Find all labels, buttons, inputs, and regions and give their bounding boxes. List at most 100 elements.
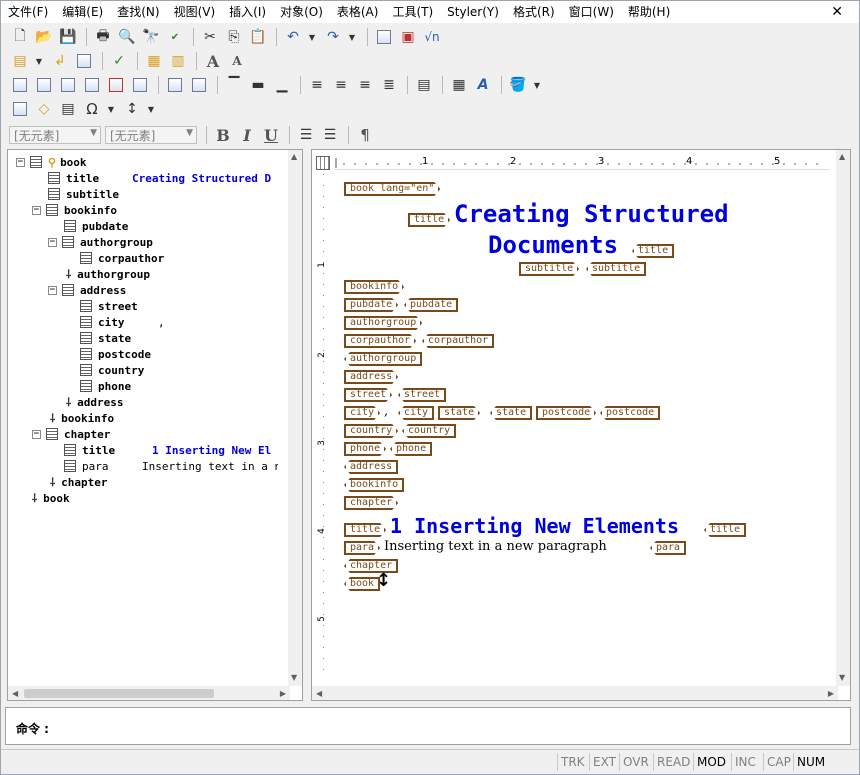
document-content[interactable]: book lang="en" title Creating Structured… bbox=[312, 150, 838, 686]
scroll-down-icon[interactable]: ▼ bbox=[291, 673, 297, 682]
table-merge-icon[interactable] bbox=[164, 74, 186, 96]
book-start-tag[interactable]: book lang="en" bbox=[344, 182, 440, 196]
para-text[interactable]: Inserting text in a new paragraph bbox=[384, 539, 607, 554]
entity-icon[interactable]: ▥ bbox=[167, 50, 189, 72]
special-character-dropdown-icon[interactable]: ▼ bbox=[105, 98, 117, 120]
title-end-tag[interactable]: title bbox=[632, 244, 675, 258]
scroll-left-icon[interactable]: ◀ bbox=[316, 689, 322, 698]
scroll-right-icon[interactable]: ▶ bbox=[828, 689, 834, 698]
subtitle-end-tag[interactable]: subtitle bbox=[586, 262, 647, 276]
insert-markup-icon[interactable] bbox=[9, 98, 31, 120]
document-horizontal-scrollbar[interactable]: ◀ ▶ bbox=[312, 686, 838, 700]
insert-tag-icon[interactable]: ◇ bbox=[33, 98, 55, 120]
menu-edit[interactable]: 编辑(E) bbox=[55, 1, 110, 23]
tree-node-bookinfo[interactable]: − bookinfo bbox=[32, 202, 117, 218]
chapter-title-end-tag[interactable]: title bbox=[704, 523, 747, 537]
street-start-tag[interactable]: street bbox=[344, 388, 392, 402]
title-start-tag[interactable]: title bbox=[408, 213, 450, 227]
tree-node-chapter[interactable]: − chapter bbox=[32, 426, 110, 442]
tree-node-chapter-title[interactable]: title bbox=[64, 442, 115, 458]
scroll-up-icon[interactable]: ▲ bbox=[291, 152, 297, 161]
valign-top-icon[interactable]: ▔ bbox=[223, 74, 245, 96]
collapse-icon[interactable]: − bbox=[48, 285, 57, 295]
state-start-tag[interactable]: state bbox=[438, 406, 480, 420]
city-end-tag[interactable]: city bbox=[398, 406, 435, 420]
table-split-icon[interactable] bbox=[188, 74, 210, 96]
city-start-tag[interactable]: city bbox=[344, 406, 380, 420]
table-delete-col-icon[interactable] bbox=[129, 74, 151, 96]
validate-icon[interactable]: ✓ bbox=[108, 50, 130, 72]
tree-node-city[interactable]: city bbox=[80, 314, 125, 330]
tree-node-phone[interactable]: phone bbox=[80, 378, 131, 394]
undo-icon[interactable]: ↶ bbox=[282, 26, 304, 48]
authorgroup-end-tag[interactable]: authorgroup bbox=[344, 352, 423, 366]
command-bar[interactable]: 命令 : bbox=[5, 707, 851, 745]
align-left-icon[interactable]: ≡ bbox=[306, 74, 328, 96]
document-vertical-scrollbar[interactable]: ▲ ▼ bbox=[836, 150, 850, 686]
book-end-tag[interactable]: book bbox=[344, 577, 381, 591]
equation-icon[interactable]: √n bbox=[421, 26, 443, 48]
menu-view[interactable]: 视图(V) bbox=[167, 1, 223, 23]
street-end-tag[interactable]: street bbox=[398, 388, 447, 402]
table-properties-icon[interactable]: ▤ bbox=[413, 74, 435, 96]
numbered-list-icon[interactable]: ☰ bbox=[295, 124, 317, 146]
open-folder-icon[interactable]: 📂 bbox=[33, 26, 55, 48]
corpauthor-start-tag[interactable]: corpauthor bbox=[344, 334, 416, 348]
corpauthor-end-tag[interactable]: corpauthor bbox=[422, 334, 495, 348]
style-select[interactable]: [无元素] ▼ bbox=[105, 126, 197, 144]
menu-tools[interactable]: 工具(T) bbox=[385, 1, 440, 23]
country-start-tag[interactable]: country bbox=[344, 424, 398, 438]
font-smaller-icon[interactable]: A bbox=[226, 50, 248, 72]
tree-node-address-end[interactable]: ⸸ address bbox=[66, 394, 124, 410]
fill-color-dropdown-icon[interactable]: ▼ bbox=[531, 74, 543, 96]
address-end-tag[interactable]: address bbox=[344, 460, 399, 474]
tree-node-bookinfo-end[interactable]: ⸸ bookinfo bbox=[50, 410, 114, 426]
table-col-right-icon[interactable] bbox=[81, 74, 103, 96]
menu-format[interactable]: 格式(R) bbox=[506, 1, 562, 23]
menu-help[interactable]: 帮助(H) bbox=[621, 1, 677, 23]
spellcheck-icon[interactable]: ✔ bbox=[164, 26, 186, 48]
fill-color-icon[interactable]: 🪣 bbox=[507, 74, 529, 96]
tree-node-book[interactable]: − ⚲ book bbox=[16, 154, 87, 170]
address-start-tag[interactable]: address bbox=[344, 370, 398, 384]
subtitle-start-tag[interactable]: subtitle bbox=[519, 262, 579, 276]
menu-find[interactable]: 查找(N) bbox=[110, 1, 166, 23]
phone-end-tag[interactable]: phone bbox=[390, 442, 433, 456]
phone-start-tag[interactable]: phone bbox=[344, 442, 386, 456]
collapse-icon[interactable]: − bbox=[32, 429, 41, 439]
find-icon[interactable]: 🔭 bbox=[140, 26, 162, 48]
tree-node-subtitle[interactable]: subtitle bbox=[48, 186, 119, 202]
italic-button[interactable]: I bbox=[236, 124, 258, 146]
align-center-icon[interactable]: ≡ bbox=[330, 74, 352, 96]
new-file-icon[interactable]: 🗋 bbox=[9, 26, 31, 48]
collapse-icon[interactable]: − bbox=[48, 237, 57, 247]
tree-node-postcode[interactable]: postcode bbox=[80, 346, 151, 362]
copy-icon[interactable]: ⎘ bbox=[223, 26, 245, 48]
para-end-tag[interactable]: para bbox=[650, 541, 687, 555]
menu-table[interactable]: 表格(A) bbox=[330, 1, 386, 23]
align-right-icon[interactable]: ≡ bbox=[354, 74, 376, 96]
table-row-below-icon[interactable] bbox=[33, 74, 55, 96]
tree-node-authorgroup[interactable]: − authorgroup bbox=[48, 234, 153, 250]
postcode-end-tag[interactable]: postcode bbox=[600, 406, 661, 420]
tree-node-corpauthor[interactable]: corpauthor bbox=[80, 250, 164, 266]
cut-icon[interactable]: ✂ bbox=[199, 26, 221, 48]
city-text[interactable]: , bbox=[384, 404, 388, 419]
pubdate-end-tag[interactable]: pubdate bbox=[404, 298, 459, 312]
tree-node-country[interactable]: country bbox=[80, 362, 144, 378]
show-paragraph-marks-button[interactable]: ¶ bbox=[354, 124, 376, 146]
redo-icon[interactable]: ↷ bbox=[322, 26, 344, 48]
scroll-down-icon[interactable]: ▼ bbox=[839, 673, 845, 682]
undo-dropdown-icon[interactable]: ▼ bbox=[306, 26, 318, 48]
text-style-icon[interactable]: A bbox=[472, 74, 494, 96]
chapter-start-tag[interactable]: chapter bbox=[344, 496, 398, 510]
print-icon[interactable]: 🖶 bbox=[92, 26, 114, 48]
table-col-left-icon[interactable] bbox=[57, 74, 79, 96]
align-justify-icon[interactable]: ≣ bbox=[378, 74, 400, 96]
chapter-title[interactable]: 1 Inserting New Elements bbox=[390, 514, 679, 538]
postcode-start-tag[interactable]: postcode bbox=[536, 406, 596, 420]
menu-window[interactable]: 窗口(W) bbox=[562, 1, 621, 23]
book-title-line1[interactable]: Creating Structured bbox=[454, 200, 729, 228]
country-end-tag[interactable]: country bbox=[402, 424, 457, 438]
paste-icon[interactable]: 📋 bbox=[247, 26, 269, 48]
